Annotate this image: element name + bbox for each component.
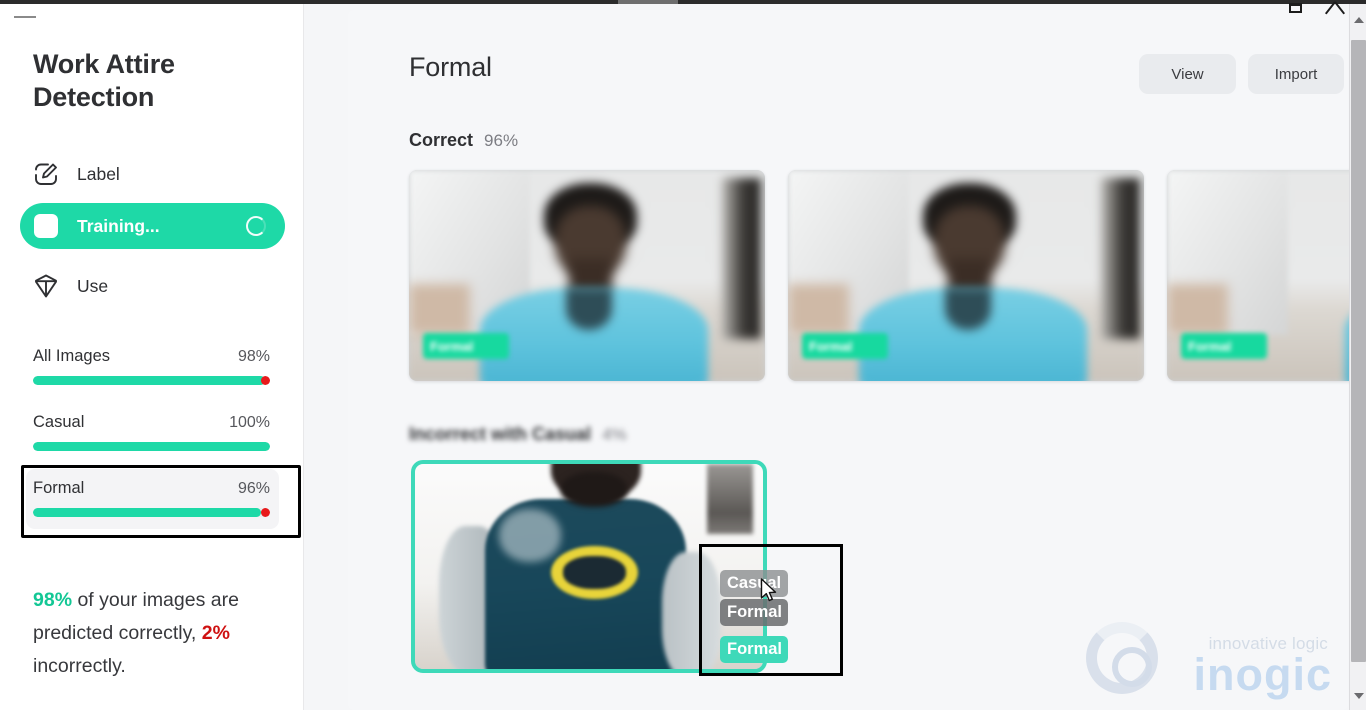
metric-casual-value: 100%	[229, 414, 270, 431]
thumbnail-label-text: Formal	[430, 338, 474, 354]
section-incorrect-name: Incorrect with Casual	[409, 424, 592, 444]
inogic-watermark: innovative logic inogic	[1082, 604, 1332, 700]
vertical-scrollbar[interactable]	[1349, 4, 1366, 710]
page-title: Formal	[409, 52, 492, 82]
main-panel: Formal View Import Correct 96% Formal Fo…	[304, 4, 1366, 710]
sidebar-item-use[interactable]: Use	[20, 263, 285, 309]
sidebar-item-training[interactable]: Training...	[20, 203, 285, 249]
maximize-icon[interactable]	[1289, 3, 1302, 13]
focus-annotation-box	[21, 465, 301, 538]
sidebar-item-use-text: Use	[77, 275, 109, 296]
scroll-up-arrow-icon[interactable]	[1354, 17, 1364, 23]
sidebar-item-label-text: Label	[77, 163, 120, 184]
metric-all-images-bar-error	[260, 376, 270, 385]
cube-icon	[31, 271, 61, 301]
section-correct-pct: 96%	[484, 131, 519, 150]
mouse-cursor-icon	[760, 578, 778, 604]
window-title-bar	[0, 0, 1366, 4]
thumbnail-label-badge: Formal	[423, 333, 509, 359]
thumbnail-label-text: Formal	[809, 338, 853, 354]
current-label-badge[interactable]: Formal	[720, 636, 788, 663]
thumbnail-label-text: Formal	[1188, 338, 1232, 354]
watermark-wordmark: inogic	[1193, 649, 1332, 700]
loading-spinner-icon	[246, 216, 266, 236]
pencil-square-icon	[31, 159, 61, 189]
import-button[interactable]: Import	[1248, 54, 1344, 94]
title-bar-highlight	[618, 0, 678, 4]
close-icon[interactable]	[1327, 2, 1343, 14]
app-title: Work Attire Detection	[33, 49, 175, 112]
metric-casual[interactable]: Casual 100%	[33, 413, 270, 451]
sidebar: Work Attire Detection Label Training... …	[0, 4, 304, 710]
metric-all-images-bar	[33, 376, 270, 385]
scrollbar-thumb[interactable]	[1351, 40, 1366, 662]
scroll-down-arrow-icon[interactable]	[1354, 693, 1364, 699]
sidebar-item-label[interactable]: Label	[20, 151, 285, 197]
metric-all-images-name: All Images	[33, 347, 111, 365]
section-correct-name: Correct	[409, 130, 474, 150]
metric-casual-bar	[33, 442, 270, 451]
metric-casual-name: Casual	[33, 413, 85, 431]
thumbnail-label-badge: Formal	[802, 333, 888, 359]
thumbnail-correct-2[interactable]: Formal	[788, 170, 1144, 381]
section-header-incorrect: Incorrect with Casual 4%	[409, 424, 627, 445]
sidebar-item-training-text: Training...	[77, 215, 160, 236]
view-button[interactable]: View	[1139, 54, 1236, 94]
minimize-icon[interactable]	[14, 16, 36, 18]
thumbnail-correct-3[interactable]: Formal	[1167, 170, 1366, 381]
summary-good-pct: 98%	[33, 589, 73, 611]
inogic-bulb-ring-icon	[1086, 622, 1158, 694]
summary-bad-text: incorrectly.	[33, 655, 126, 677]
metric-all-images[interactable]: All Images 98%	[33, 347, 270, 385]
metric-all-images-value: 98%	[237, 348, 270, 365]
section-header-correct: Correct 96%	[409, 130, 518, 151]
prediction-summary: 98% of your images are predicted correct…	[33, 584, 283, 683]
thumbnail-correct-1[interactable]: Formal	[409, 170, 765, 381]
content-card: Formal View Import Correct 96% Formal Fo…	[348, 10, 1366, 710]
thumbnail-label-badge: Formal	[1181, 333, 1267, 359]
metric-casual-bar-fill	[33, 442, 270, 451]
metric-all-images-bar-fill	[33, 376, 266, 385]
white-square-icon	[31, 211, 61, 241]
section-incorrect-pct: 4%	[602, 425, 627, 444]
summary-bad-pct: 2%	[201, 622, 230, 644]
